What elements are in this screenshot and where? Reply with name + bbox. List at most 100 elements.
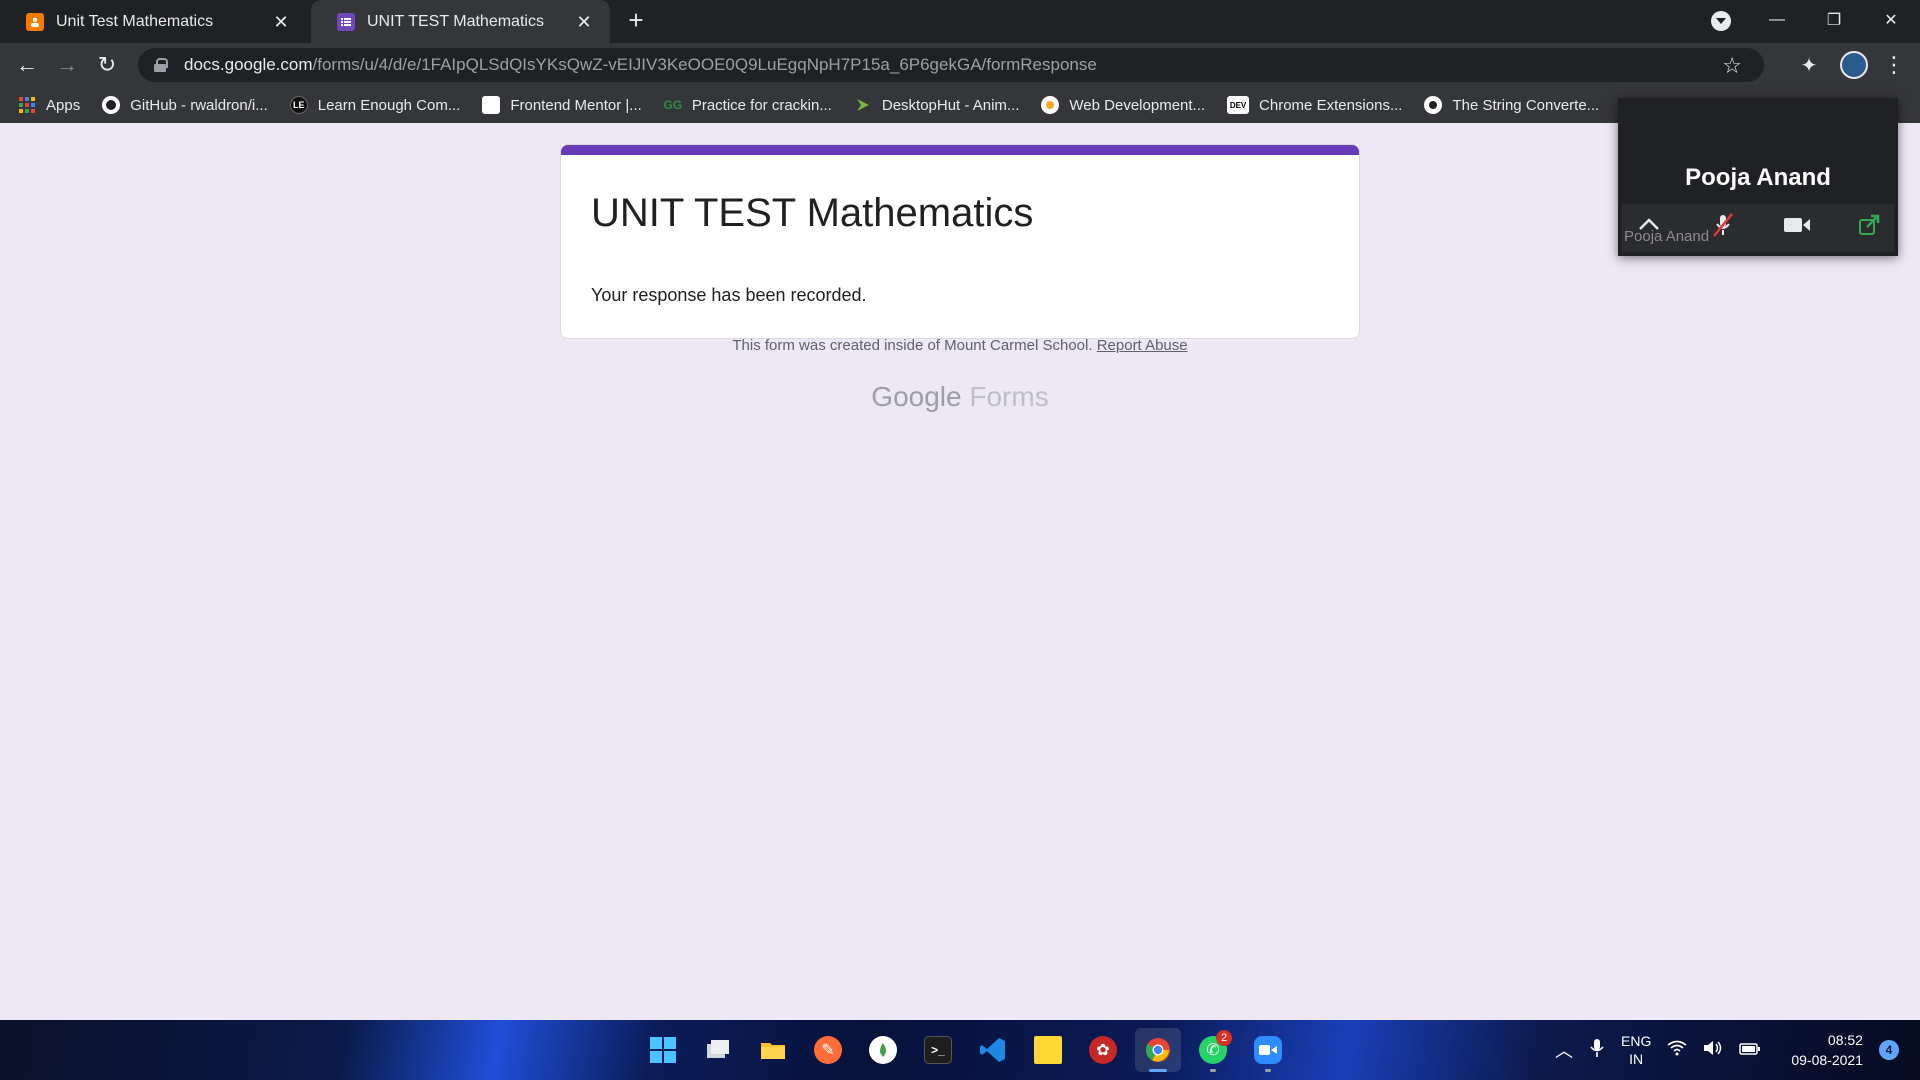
- kebab-menu-icon[interactable]: ⋮: [1883, 52, 1905, 78]
- bookmark-label: DesktopHut - Anim...: [881, 96, 1020, 114]
- bookmark-string-converter[interactable]: The String Converte...: [1424, 96, 1599, 114]
- report-abuse-link[interactable]: Report Abuse: [1097, 337, 1188, 354]
- taskbar-whatsapp[interactable]: ✆ 2: [1190, 1028, 1236, 1072]
- form-response-page: UNIT TEST Mathematics Your response has …: [0, 123, 1920, 1020]
- close-icon[interactable]: ✕: [271, 12, 291, 32]
- bookmark-label: GitHub - rwaldron/i...: [130, 96, 268, 114]
- address-bar[interactable]: docs.google.com/forms/u/4/d/e/1FAIpQLSdQ…: [138, 48, 1764, 82]
- bookmark-label: Frontend Mentor |...: [510, 96, 642, 114]
- folder-icon: [759, 1036, 787, 1064]
- profile-avatar[interactable]: [1840, 51, 1868, 79]
- desktophut-icon: [854, 96, 872, 114]
- bookmark-label: The String Converte...: [1452, 96, 1600, 114]
- notification-badge: 2: [1216, 1030, 1232, 1046]
- task-view-icon: [704, 1036, 732, 1064]
- tab-unit-test-mathematics-active[interactable]: UNIT TEST Mathematics ✕: [311, 0, 610, 43]
- red-app-icon: ✿: [1089, 1036, 1117, 1064]
- language-indicator[interactable]: ENG IN: [1621, 1032, 1651, 1068]
- bookmark-frontend-mentor[interactable]: Frontend Mentor |...: [482, 96, 642, 114]
- web-dev-icon: [1041, 96, 1060, 114]
- volume-icon[interactable]: [1703, 1040, 1723, 1061]
- restore-icon[interactable]: ❐: [1811, 0, 1857, 40]
- wifi-icon[interactable]: [1667, 1040, 1687, 1061]
- form-title: UNIT TEST Mathematics: [591, 191, 1034, 235]
- taskbar-sticky-notes[interactable]: [1025, 1028, 1071, 1072]
- bookmark-label: Chrome Extensions...: [1259, 96, 1403, 114]
- share-screen-icon[interactable]: [1854, 212, 1884, 242]
- new-tab-button[interactable]: +: [624, 7, 648, 33]
- confirmation-message: Your response has been recorded.: [591, 285, 867, 305]
- reload-icon[interactable]: ↻: [92, 50, 122, 80]
- bookmark-apps[interactable]: Apps: [18, 96, 80, 114]
- bookmark-learn-enough[interactable]: LE Learn Enough Com...: [289, 96, 460, 114]
- taskbar-terminal[interactable]: >_: [915, 1028, 961, 1072]
- frontend-mentor-icon: [482, 96, 501, 114]
- sticky-notes-icon: [1034, 1036, 1062, 1064]
- tab-title: UNIT TEST Mathematics: [367, 12, 544, 30]
- chrome-icon: [1144, 1036, 1172, 1064]
- meeting-mini-window[interactable]: Pooja Anand Pooja Anand: [1618, 98, 1898, 256]
- running-indicator: [1265, 1069, 1271, 1072]
- bookmark-label: Apps: [46, 96, 81, 114]
- logo-forms: Forms: [969, 381, 1049, 412]
- battery-icon[interactable]: [1739, 1040, 1761, 1061]
- forward-icon[interactable]: →: [52, 50, 82, 80]
- gfg-icon: GG: [663, 98, 683, 112]
- string-converter-icon: [1424, 96, 1443, 114]
- notification-center-badge[interactable]: 4: [1878, 1040, 1899, 1060]
- bookmark-desktophut[interactable]: DesktopHut - Anim...: [854, 96, 1020, 114]
- bookmark-label: Web Development...: [1069, 96, 1206, 114]
- chevron-up-icon[interactable]: ︿: [1555, 1037, 1573, 1063]
- card-accent-band: [561, 145, 1359, 155]
- google-forms-logo[interactable]: Google Forms: [0, 381, 1920, 413]
- taskbar-apps: ✎ >_ ✿ ✆ 2: [640, 1028, 1300, 1072]
- clock[interactable]: 08:52 09-08-2021: [1791, 1030, 1863, 1070]
- camera-icon[interactable]: [1782, 212, 1812, 242]
- taskbar-task-view[interactable]: [695, 1028, 741, 1072]
- microphone-icon[interactable]: [1589, 1038, 1605, 1063]
- back-icon[interactable]: ←: [12, 50, 42, 80]
- vscode-icon: [979, 1036, 1007, 1064]
- clock-date: 09-08-2021: [1791, 1052, 1863, 1068]
- windows-start-icon: [649, 1036, 677, 1064]
- taskbar-file-explorer[interactable]: [750, 1028, 796, 1072]
- github-icon: [102, 96, 121, 114]
- bookmark-github[interactable]: GitHub - rwaldron/i...: [102, 96, 268, 114]
- taskbar-chrome[interactable]: [1135, 1028, 1181, 1072]
- bookmark-web-development[interactable]: Web Development...: [1041, 96, 1205, 114]
- apps-grid-icon: [18, 96, 36, 114]
- form-footer: This form was created inside of Mount Ca…: [0, 337, 1920, 354]
- lock-icon[interactable]: [154, 58, 168, 72]
- taskbar-app-drop[interactable]: [860, 1028, 906, 1072]
- lang-region: IN: [1629, 1051, 1644, 1067]
- bookmark-chrome-extensions[interactable]: DEV Chrome Extensions...: [1227, 96, 1402, 114]
- bookmark-star-icon[interactable]: ☆: [1722, 53, 1742, 79]
- taskbar-app-red[interactable]: ✿: [1080, 1028, 1126, 1072]
- tab-search-icon[interactable]: [1711, 11, 1731, 31]
- lang-code: ENG: [1621, 1033, 1652, 1049]
- start-button[interactable]: [640, 1028, 686, 1072]
- tab-strip: Unit Test Mathematics ✕ UNIT TEST Mathem…: [0, 0, 1920, 43]
- participant-subtitle: Pooja Anand: [1624, 228, 1710, 245]
- browser-toolbar: ← → ↻ docs.google.com/forms/u/4/d/e/1FAI…: [0, 43, 1920, 87]
- taskbar-postman[interactable]: ✎: [805, 1028, 851, 1072]
- bookmark-practice[interactable]: GG Practice for crackin...: [663, 96, 831, 114]
- minimize-icon[interactable]: —: [1754, 0, 1800, 40]
- window-close-icon[interactable]: ✕: [1868, 0, 1914, 40]
- forms-icon: [337, 12, 355, 31]
- learn-enough-icon: LE: [289, 96, 308, 114]
- logo-google: Google: [871, 381, 962, 412]
- mic-muted-icon[interactable]: [1708, 212, 1738, 242]
- url-text: docs.google.com/forms/u/4/d/e/1FAIpQLSdQ…: [184, 55, 1097, 74]
- slides-icon: [26, 12, 44, 31]
- footer-text: This form was created inside of Mount Ca…: [732, 337, 1093, 354]
- running-indicator: [1210, 1069, 1216, 1072]
- taskbar-vscode[interactable]: [970, 1028, 1016, 1072]
- terminal-icon: >_: [924, 1036, 952, 1064]
- taskbar-zoom[interactable]: [1245, 1028, 1291, 1072]
- drop-app-icon: [869, 1036, 897, 1064]
- tab-unit-test-mathematics[interactable]: Unit Test Mathematics ✕: [0, 0, 307, 43]
- close-icon[interactable]: ✕: [574, 12, 594, 32]
- extensions-icon[interactable]: ✦: [1797, 53, 1821, 77]
- tab-title: Unit Test Mathematics: [56, 12, 214, 30]
